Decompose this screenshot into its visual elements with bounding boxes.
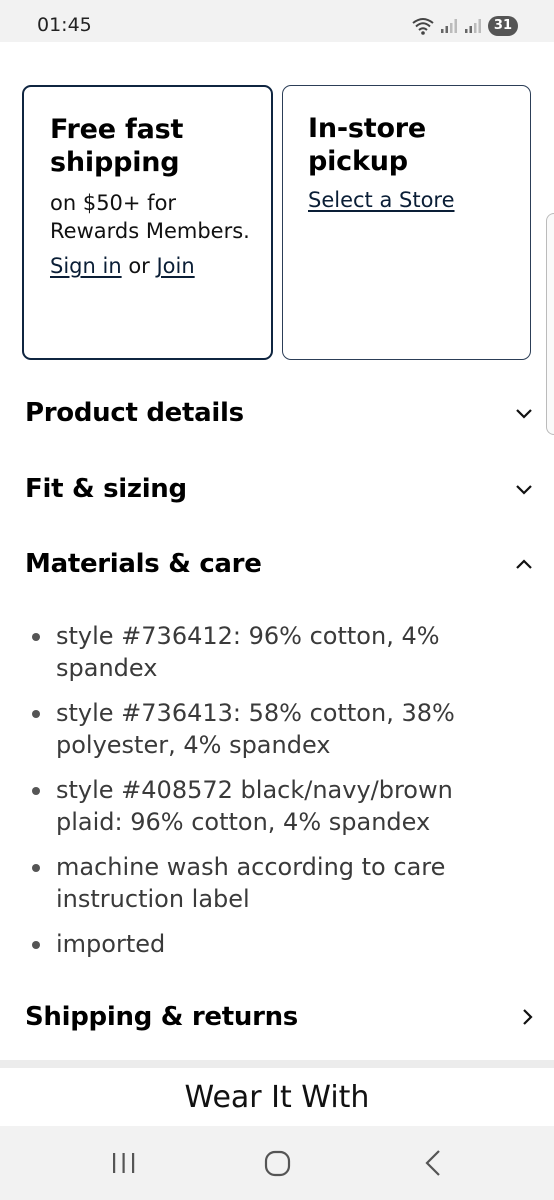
- free-shipping-text: on $50+ for Rewards Members.: [50, 191, 250, 243]
- shipping-returns-title: Shipping & returns: [25, 1002, 298, 1032]
- status-bar: 01:45 31: [0, 0, 554, 42]
- signal-icon: [440, 19, 457, 33]
- materials-list: style #736412: 96% cotton, 4% spandex st…: [30, 620, 500, 973]
- chevron-down-icon: [515, 483, 533, 495]
- list-item: style #736412: 96% cotton, 4% spandex: [30, 620, 500, 684]
- scrollbar-handle[interactable]: [546, 213, 554, 435]
- shipping-returns-row[interactable]: Shipping & returns: [25, 1002, 533, 1032]
- system-nav-bar: [0, 1126, 554, 1200]
- product-details-accordion[interactable]: Product details: [25, 398, 533, 428]
- materials-care-accordion[interactable]: Materials & care: [25, 549, 533, 579]
- chevron-right-icon: [521, 1008, 533, 1026]
- home-icon[interactable]: [263, 1148, 293, 1183]
- bullet: [32, 941, 40, 949]
- in-store-pickup-card[interactable]: In-store pickup Select a Store: [282, 85, 531, 360]
- free-shipping-card[interactable]: Free fast shipping on $50+ for Rewards M…: [22, 85, 273, 360]
- fit-sizing-accordion[interactable]: Fit & sizing: [25, 474, 533, 504]
- join-link[interactable]: Join: [156, 254, 194, 278]
- sign-in-link[interactable]: Sign in: [50, 254, 122, 278]
- material-text: style #736412: 96% cotton, 4% spandex: [56, 622, 440, 682]
- list-item: machine wash according to care instructi…: [30, 851, 500, 915]
- wear-it-with-heading: Wear It With: [184, 1080, 370, 1115]
- in-store-pickup-title: In-store pickup: [308, 113, 427, 177]
- status-icons: 31: [412, 14, 518, 38]
- bullet: [32, 864, 40, 872]
- list-item: style #736413: 58% cotton, 38% polyester…: [30, 697, 500, 761]
- material-text: machine wash according to care instructi…: [56, 853, 446, 913]
- section-divider: [0, 1060, 554, 1068]
- bullet: [32, 787, 40, 795]
- list-item: style #408572 black/navy/brown plaid: 96…: [30, 774, 500, 838]
- or-text: or: [128, 254, 150, 278]
- account-links: Sign in or Join: [50, 252, 251, 280]
- free-shipping-title: Free fast shipping: [50, 114, 184, 178]
- chevron-up-icon: [515, 558, 533, 570]
- signal-icon: [464, 19, 481, 33]
- material-text: style #408572 black/navy/brown plaid: 96…: [56, 776, 453, 836]
- bullet: [32, 710, 40, 718]
- back-icon[interactable]: [420, 1148, 446, 1183]
- bullet: [32, 633, 40, 641]
- materials-care-title: Materials & care: [25, 549, 262, 579]
- material-text: imported: [56, 930, 166, 958]
- product-details-title: Product details: [25, 398, 244, 428]
- status-time: 01:45: [37, 14, 92, 36]
- select-store-link[interactable]: Select a Store: [308, 188, 455, 212]
- fit-sizing-title: Fit & sizing: [25, 474, 187, 504]
- material-text: style #736413: 58% cotton, 38% polyester…: [56, 699, 455, 759]
- battery-icon: 31: [487, 16, 518, 36]
- chevron-down-icon: [515, 407, 533, 419]
- wifi-icon: [412, 18, 434, 35]
- recent-apps-icon[interactable]: [110, 1148, 138, 1183]
- list-item: imported: [30, 928, 500, 960]
